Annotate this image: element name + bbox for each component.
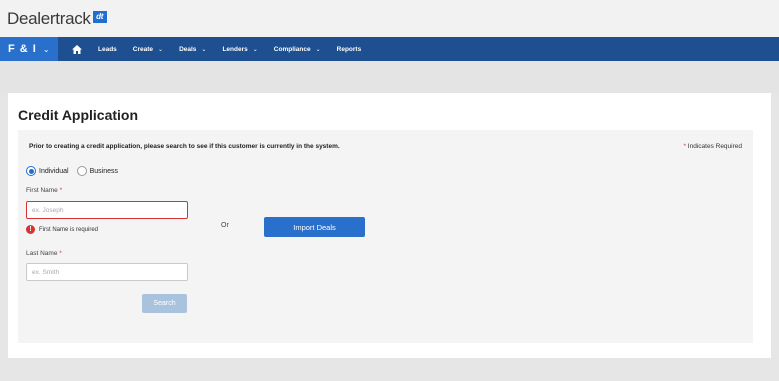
brand-bar: Dealertrack dt xyxy=(0,0,779,37)
radio-label: Business xyxy=(89,167,118,175)
first-name-label-text: First Name xyxy=(26,187,58,194)
nav-item-reports[interactable]: Reports xyxy=(337,46,362,53)
import-deals-button[interactable]: Import Deals xyxy=(264,217,365,237)
brand-badge-icon: dt xyxy=(92,11,107,23)
chevron-down-icon: ⌄ xyxy=(252,46,258,53)
nav-item-leads[interactable]: Leads xyxy=(98,46,117,53)
module-switcher[interactable]: F & I ⌄ xyxy=(0,37,58,61)
nav-item-label: Lenders xyxy=(222,45,248,53)
chevron-down-icon: ⌄ xyxy=(158,46,164,53)
radio-label: Individual xyxy=(39,167,69,175)
required-note-text: Indicates Required xyxy=(687,143,742,150)
radio-unchecked-icon[interactable] xyxy=(76,166,87,176)
page-title: Credit Application xyxy=(18,107,139,123)
chevron-down-icon: ⌄ xyxy=(42,44,51,54)
first-name-error: ! First Name is required xyxy=(26,225,98,234)
radio-individual[interactable]: Individual xyxy=(26,166,69,176)
subheader-band xyxy=(0,61,779,93)
last-name-label: Last Name * xyxy=(26,250,62,257)
radio-checked-icon[interactable] xyxy=(26,166,36,176)
chevron-down-icon: ⌄ xyxy=(201,46,207,53)
nav-item-lenders[interactable]: Lenders ⌄ xyxy=(222,46,257,53)
credit-application-card: Credit Application Prior to creating a c… xyxy=(8,93,771,358)
radio-business[interactable]: Business xyxy=(76,166,118,176)
required-star: * xyxy=(59,250,62,257)
nav-item-label: Reports xyxy=(336,45,362,53)
error-icon: ! xyxy=(26,225,35,234)
first-name-label: First Name * xyxy=(26,187,62,194)
instructions-text: Prior to creating a credit application, … xyxy=(29,143,340,150)
nav-item-deals[interactable]: Deals ⌄ xyxy=(179,46,206,53)
required-star: * xyxy=(683,143,686,150)
dealertrack-logo[interactable]: Dealertrack dt xyxy=(7,9,107,29)
required-note: * Indicates Required xyxy=(683,143,742,150)
first-name-field[interactable] xyxy=(26,201,188,219)
home-icon-glyph xyxy=(72,44,82,54)
required-star: * xyxy=(59,187,63,194)
chevron-down-icon: ⌄ xyxy=(315,46,321,53)
home-icon[interactable] xyxy=(64,37,90,61)
nav-item-label: Compliance xyxy=(273,45,311,53)
nav-item-label: Leads xyxy=(98,45,117,53)
module-label: F & I xyxy=(8,43,37,55)
nav-item-label: Deals xyxy=(179,45,197,53)
search-button[interactable]: Search xyxy=(142,294,187,313)
last-name-field[interactable] xyxy=(26,263,188,281)
nav-item-create[interactable]: Create ⌄ xyxy=(133,46,163,53)
brand-name: Dealertrack xyxy=(7,9,91,28)
nav-item-label: Create xyxy=(132,45,154,53)
customer-type-radio-group: Individual Business xyxy=(26,166,126,176)
nav-item-compliance[interactable]: Compliance ⌄ xyxy=(274,46,321,53)
error-text: First Name is required xyxy=(39,226,99,233)
or-separator: Or xyxy=(221,222,229,229)
last-name-label-text: Last Name xyxy=(26,250,58,257)
customer-search-panel: Prior to creating a credit application, … xyxy=(18,130,753,343)
main-nav: F & I ⌄ Leads Create ⌄ Deals ⌄ Lenders ⌄… xyxy=(0,37,779,61)
